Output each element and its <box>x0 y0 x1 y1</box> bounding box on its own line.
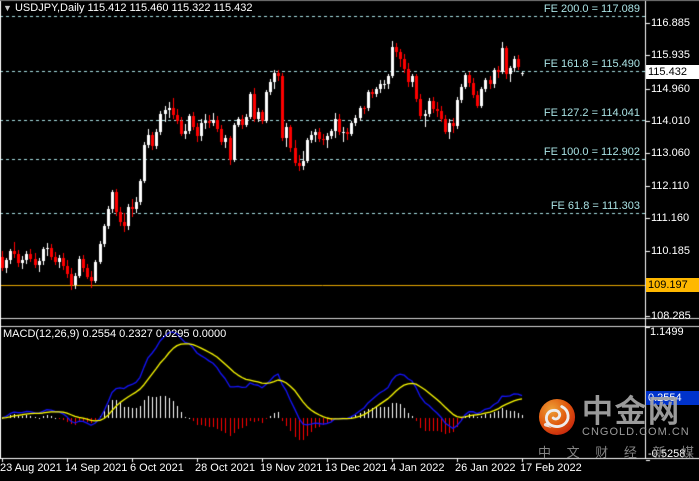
chart-ohlc-values: 115.412 115.460 115.322 115.432 <box>88 2 253 14</box>
hline-price-box: 109.197 <box>646 278 699 292</box>
macd-scale-top: 1.1499 <box>650 326 684 339</box>
chart-window: FE 200.0 = 117.089 FE 161.8 = 115.490 FE 1… <box>0 0 699 481</box>
symbol-dropdown-icon[interactable]: ▼ <box>3 3 12 13</box>
macd-values: 0.2554 0.2327 0.0295 0.0000 <box>82 328 226 340</box>
fib-level-label: FE 161.8 = 115.490 <box>544 58 640 71</box>
chart-title: ▼ USDJPY,Daily 115.412 115.460 115.322 1… <box>3 2 253 15</box>
cngold-logo-icon <box>538 398 576 436</box>
fib-level-label: FE 127.2 = 114.041 <box>544 107 640 120</box>
macd-label: MACD(12,26,9) <box>3 328 79 340</box>
time-axis[interactable] <box>0 459 645 481</box>
watermark-domain: CNGOLD.COM.CN <box>582 426 690 438</box>
watermark-slogan: 中 文 财 经 新 媒 体 <box>538 442 698 461</box>
fib-level-label: FE 61.8 = 111.303 <box>551 200 640 213</box>
cngold-watermark: 中金网 CNGOLD.COM.CN 中 文 财 经 新 媒 体 <box>538 396 698 461</box>
fib-level-label: FE 100.0 = 112.902 <box>544 146 640 159</box>
current-price-box: 115.432 <box>646 65 699 79</box>
chart-symbol-period: USDJPY,Daily <box>15 2 85 14</box>
watermark-brand: 中金网 <box>582 396 690 428</box>
macd-indicator-title: MACD(12,26,9) 0.2554 0.2327 0.0295 0.000… <box>3 328 226 341</box>
fib-level-label: FE 200.0 = 117.089 <box>544 3 640 16</box>
